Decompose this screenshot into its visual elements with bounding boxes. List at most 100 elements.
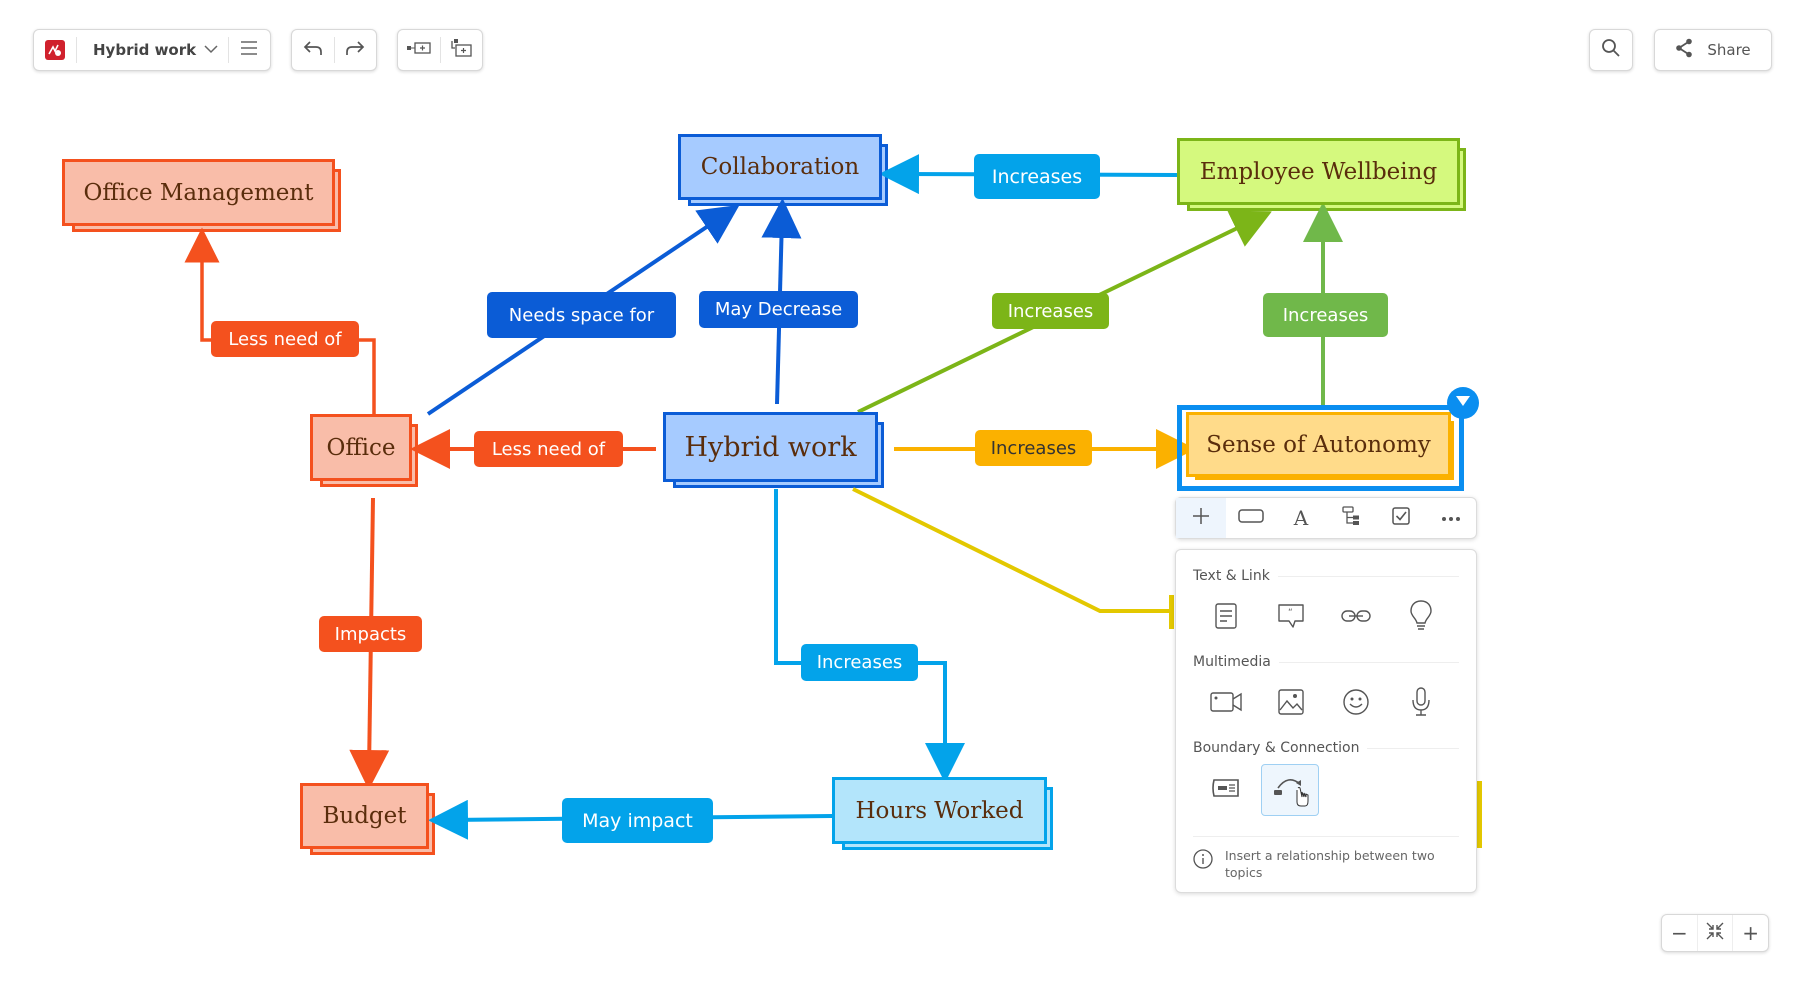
relationship-icon <box>1270 768 1310 813</box>
collapse-arrows-icon <box>1706 921 1724 945</box>
topic-context-toolbar: A <box>1175 497 1477 539</box>
search-button[interactable] <box>1590 30 1632 70</box>
multimedia-icons <box>1193 678 1453 730</box>
search-toolbar <box>1589 29 1633 71</box>
triangle-down-icon <box>1455 394 1471 412</box>
section-title: Boundary & Connection <box>1193 740 1360 756</box>
topic-text: Hybrid work <box>684 431 857 463</box>
add-icon <box>1192 507 1210 530</box>
text-link-icons: “ <box>1193 592 1453 644</box>
more-icon <box>1441 509 1461 527</box>
idea-icon <box>1409 599 1432 637</box>
relationship-label[interactable]: May impact <box>562 798 713 843</box>
relationship-label[interactable]: Impacts <box>319 616 422 652</box>
share-label: Share <box>1707 41 1751 59</box>
undo-icon <box>303 40 323 61</box>
section-title: Multimedia <box>1193 654 1271 670</box>
insert-link-button[interactable] <box>1323 592 1388 644</box>
undo-redo-toolbar <box>291 29 377 71</box>
svg-text:“: “ <box>1288 608 1293 618</box>
zoom-in-button[interactable]: + <box>1733 915 1768 951</box>
insert-hint: Insert a relationship between two topics <box>1193 836 1459 881</box>
structure-button[interactable] <box>1326 498 1376 538</box>
insert-comment-button[interactable]: “ <box>1258 592 1323 644</box>
image-icon <box>1277 688 1304 720</box>
task-icon <box>1392 506 1410 530</box>
video-icon <box>1209 691 1242 718</box>
relationship-label[interactable]: Increases <box>974 154 1100 199</box>
shape-icon <box>1238 508 1264 528</box>
relationship-label[interactable]: Needs space for <box>487 292 676 338</box>
insert-panel: Text & Link “ Multimedia Boundary & Conn… <box>1175 549 1477 893</box>
document-toolbar: Hybrid work <box>33 29 271 71</box>
collapse-toggle[interactable] <box>1447 387 1479 419</box>
boundary-edge <box>1169 595 1174 629</box>
zoom-controls: − + <box>1661 914 1769 952</box>
boundary-icon <box>1211 778 1241 803</box>
redo-icon <box>345 40 365 61</box>
text-style-icon: A <box>1293 506 1309 530</box>
more-button[interactable] <box>1426 498 1476 538</box>
relationship-label[interactable]: Increases <box>1263 293 1388 337</box>
chevron-down-icon <box>204 41 218 59</box>
text-style-button[interactable]: A <box>1276 498 1326 538</box>
insert-button[interactable] <box>1176 498 1226 538</box>
boundary-edge <box>1477 781 1482 848</box>
document-title-dropdown[interactable]: Hybrid work <box>77 30 228 70</box>
topic-hybrid-work[interactable]: Hybrid work <box>663 412 884 488</box>
insert-audio-button[interactable] <box>1388 678 1453 730</box>
audio-icon <box>1411 686 1430 722</box>
topic-budget[interactable]: Budget <box>300 783 435 855</box>
topic-text: Office Management <box>83 179 314 206</box>
section-header: Boundary & Connection <box>1193 740 1459 756</box>
task-button[interactable] <box>1376 498 1426 538</box>
document-title: Hybrid work <box>93 41 197 59</box>
relationship-label[interactable]: Increases <box>975 430 1092 466</box>
topic-text: Budget <box>322 803 407 829</box>
info-icon <box>1193 849 1213 881</box>
shape-button[interactable] <box>1226 498 1276 538</box>
relationship-label[interactable]: May Decrease <box>699 291 858 328</box>
section-header: Multimedia <box>1193 654 1459 670</box>
insert-boundary-button[interactable] <box>1193 764 1258 816</box>
undo-button[interactable] <box>292 30 334 70</box>
insert-note-button[interactable] <box>1193 592 1258 644</box>
topic-employee-wellbeing[interactable]: Employee Wellbeing <box>1177 138 1466 211</box>
fit-map-button[interactable] <box>1698 915 1734 951</box>
insert-idea-button[interactable] <box>1388 592 1453 644</box>
insert-topic-toolbar <box>397 29 483 71</box>
plus-icon: + <box>1742 921 1760 945</box>
connector-line[interactable] <box>774 489 965 783</box>
insert-relationship-button[interactable] <box>1261 764 1319 816</box>
insert-emoji-button[interactable] <box>1323 678 1388 730</box>
hamburger-menu-icon <box>240 40 258 60</box>
topic-text: Hours Worked <box>855 797 1024 824</box>
topic-office[interactable]: Office <box>310 414 418 487</box>
note-icon <box>1214 602 1237 634</box>
topic-text: Collaboration <box>700 154 860 180</box>
search-icon <box>1601 38 1621 63</box>
relationship-label[interactable]: Less need of <box>474 431 623 467</box>
section-title: Text & Link <box>1193 568 1270 584</box>
insert-subtopic-button[interactable] <box>440 30 482 70</box>
insert-topic-button[interactable] <box>398 30 440 70</box>
insert-subtopic-icon <box>449 38 473 63</box>
relationship-label[interactable]: Increases <box>801 644 918 681</box>
redo-button[interactable] <box>334 30 376 70</box>
share-button[interactable]: Share <box>1655 30 1771 70</box>
insert-image-button[interactable] <box>1258 678 1323 730</box>
topic-text: Sense of Autonomy <box>1206 431 1431 458</box>
app-logo[interactable] <box>34 30 76 70</box>
topic-office-management[interactable]: Office Management <box>62 159 341 232</box>
zoom-out-button[interactable]: − <box>1662 915 1698 951</box>
connector-line <box>852 487 1172 613</box>
topic-collaboration[interactable]: Collaboration <box>678 134 888 206</box>
insert-video-button[interactable] <box>1193 678 1258 730</box>
relationship-label[interactable]: Less need of <box>211 321 359 357</box>
topic-sense-of-autonomy[interactable]: Sense of Autonomy <box>1186 412 1454 480</box>
emoji-icon <box>1342 688 1369 720</box>
section-header: Text & Link <box>1193 568 1459 584</box>
menu-button[interactable] <box>229 30 269 70</box>
topic-hours-worked[interactable]: Hours Worked <box>832 777 1053 850</box>
relationship-label[interactable]: Increases <box>992 293 1109 329</box>
